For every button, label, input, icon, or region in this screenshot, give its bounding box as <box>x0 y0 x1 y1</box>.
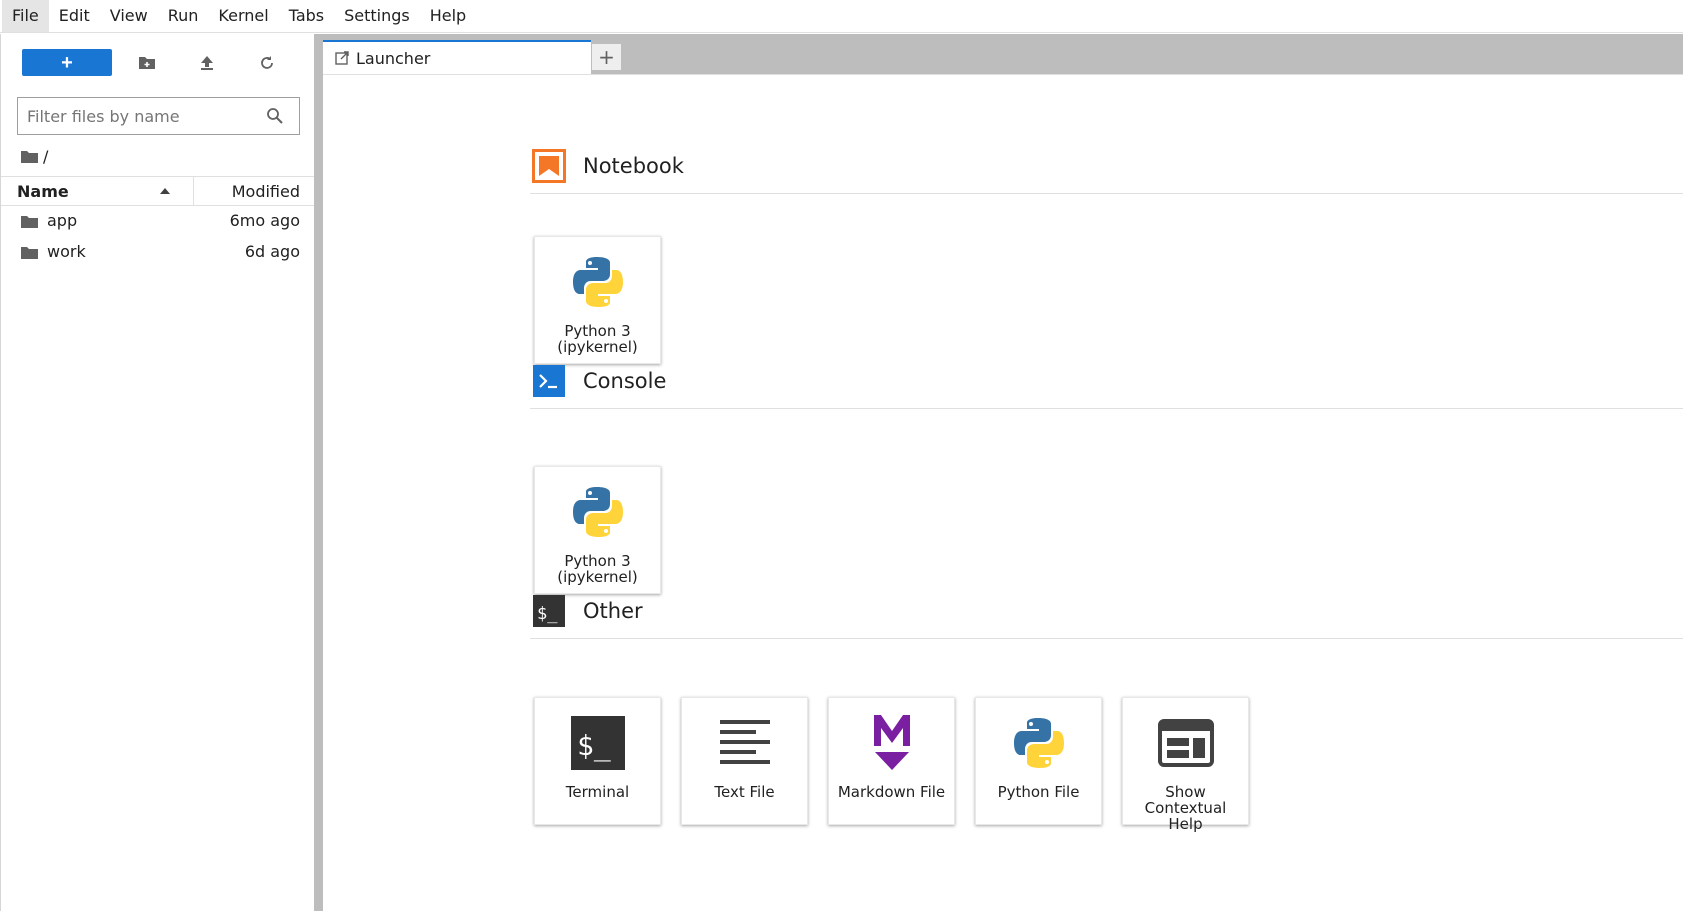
main-area: Launcher + Notebook Python 3 (ipykernel) <box>323 34 1683 911</box>
file-row-app[interactable]: app 6mo ago <box>1 207 315 237</box>
python-icon <box>976 698 1101 788</box>
tab-label: Launcher <box>356 48 431 68</box>
svg-text:$_: $_ <box>537 604 558 624</box>
sidebar-splitter[interactable] <box>314 34 323 911</box>
menu-view[interactable]: View <box>100 0 158 32</box>
card-label-line: Python 3 <box>564 322 631 340</box>
menu-tabs[interactable]: Tabs <box>279 0 334 32</box>
notebook-section-header: Notebook <box>532 146 684 186</box>
card-label-line: Help <box>1168 815 1203 833</box>
add-tab-button[interactable]: + <box>591 43 622 71</box>
refresh-button[interactable] <box>252 49 282 76</box>
terminal-icon: $_ <box>533 595 565 627</box>
menu-settings[interactable]: Settings <box>334 0 420 32</box>
filter-files-box <box>17 97 300 135</box>
card-label: Python 3 (ipykernel) <box>535 553 660 585</box>
sort-ascending-icon <box>160 188 170 194</box>
search-icon[interactable] <box>266 107 284 125</box>
upload-icon <box>201 56 213 70</box>
launcher-card-terminal[interactable]: $_ Terminal <box>534 697 661 825</box>
card-label: Text File <box>714 783 775 801</box>
section-title: Other <box>583 599 643 623</box>
card-label-line: Python 3 <box>564 552 631 570</box>
refresh-icon <box>261 55 273 69</box>
launcher-card-text-file[interactable]: Text File <box>681 697 808 825</box>
section-divider <box>530 638 1683 639</box>
tab-bar: Launcher + <box>323 34 1683 74</box>
menu-help[interactable]: Help <box>420 0 476 32</box>
file-modified: 6d ago <box>244 242 300 261</box>
launcher-card-python3-notebook[interactable]: Python 3 (ipykernel) <box>534 236 661 364</box>
file-row-work[interactable]: work 6d ago <box>1 238 315 268</box>
card-label: Python 3 (ipykernel) <box>535 323 660 355</box>
launcher-card-contextual-help[interactable]: Show Contextual Help <box>1122 697 1249 832</box>
filter-files-input[interactable] <box>27 106 257 126</box>
file-list-header: Name Modified <box>1 176 315 206</box>
card-label-line: (ipykernel) <box>557 568 638 586</box>
column-name-header[interactable]: Name <box>17 182 69 201</box>
file-name: work <box>47 242 86 261</box>
file-modified: 6mo ago <box>229 211 300 230</box>
console-section-header: Console <box>532 361 666 401</box>
launcher-icon <box>335 51 349 65</box>
notebook-icon <box>532 149 566 183</box>
tab-launcher[interactable]: Launcher <box>323 40 591 74</box>
card-label: Markdown File <box>837 783 946 801</box>
console-icon <box>533 365 565 397</box>
other-section-header: $_ Other <box>532 591 643 631</box>
breadcrumb-root[interactable]: / <box>43 147 48 166</box>
section-title: Notebook <box>583 154 684 178</box>
file-browser-toolbar: + <box>1 34 315 94</box>
section-divider <box>530 193 1683 194</box>
section-title: Console <box>583 369 667 393</box>
upload-button[interactable] <box>192 49 222 76</box>
section-divider <box>530 408 1683 409</box>
column-modified-header[interactable]: Modified <box>232 182 300 201</box>
card-label: Terminal <box>565 783 630 801</box>
breadcrumb: / <box>21 145 48 167</box>
launcher-card-python3-console[interactable]: Python 3 (ipykernel) <box>534 466 661 594</box>
menu-edit[interactable]: Edit <box>49 0 100 32</box>
svg-text:$_: $_ <box>577 729 611 763</box>
menu-run[interactable]: Run <box>158 0 209 32</box>
card-label-line: Contextual <box>1144 799 1227 817</box>
launcher-card-markdown-file[interactable]: Markdown File <box>828 697 955 825</box>
menu-bar: File Edit View Run Kernel Tabs Settings … <box>0 0 1683 33</box>
contextual-help-icon <box>1123 698 1248 788</box>
python-icon <box>535 237 660 327</box>
jupyterlab-app: File Edit View Run Kernel Tabs Settings … <box>0 0 1683 911</box>
new-launcher-button[interactable]: + <box>22 49 112 76</box>
text-file-icon <box>682 698 807 788</box>
python-icon <box>535 467 660 557</box>
card-label-line: Show <box>1165 783 1206 801</box>
column-separator[interactable] <box>193 177 194 205</box>
terminal-icon: $_ <box>535 698 660 788</box>
folder-icon <box>21 247 38 259</box>
card-label: Python File <box>997 783 1080 801</box>
new-folder-button[interactable] <box>132 49 162 76</box>
file-browser: + / Name Modified <box>0 34 315 911</box>
menu-kernel[interactable]: Kernel <box>208 0 278 32</box>
file-name: app <box>47 211 78 230</box>
menu-file[interactable]: File <box>2 0 49 32</box>
card-label-line: (ipykernel) <box>557 338 638 356</box>
plus-icon: + <box>61 51 73 74</box>
folder-icon[interactable] <box>21 150 38 163</box>
launcher-card-python-file[interactable]: Python File <box>975 697 1102 825</box>
card-label: Show Contextual Help <box>1123 784 1248 832</box>
launcher-panel: Notebook Python 3 (ipykernel) Console Py… <box>323 77 1683 911</box>
markdown-icon <box>829 698 954 788</box>
folder-icon <box>21 216 38 228</box>
new-folder-icon <box>139 56 155 69</box>
